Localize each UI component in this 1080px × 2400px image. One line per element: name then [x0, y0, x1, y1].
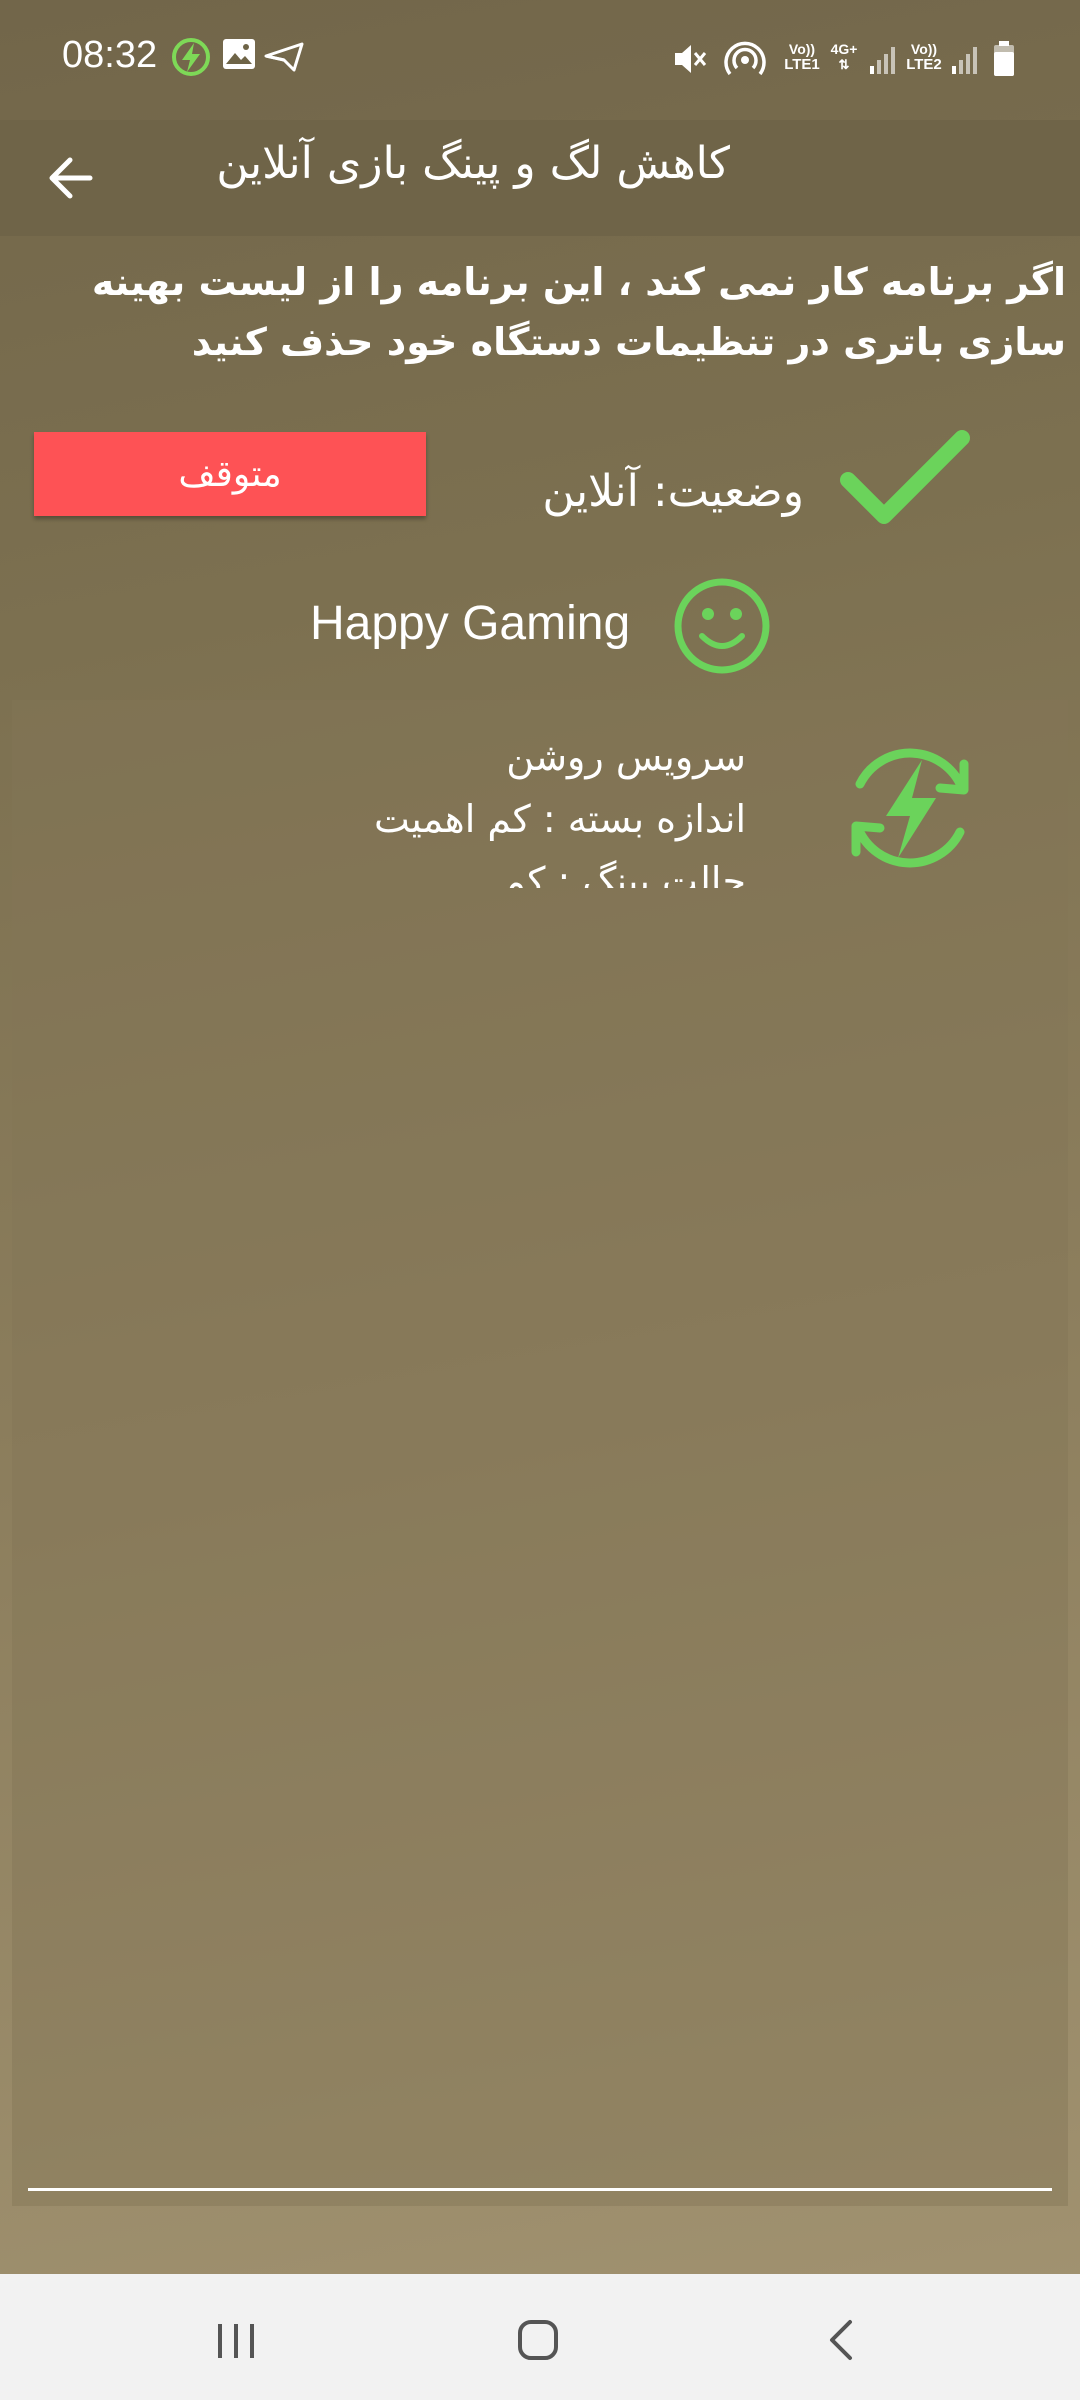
system-nav-bar — [0, 2274, 1080, 2400]
log-panel — [12, 700, 1068, 2206]
battery-icon — [994, 41, 1014, 76]
home-icon[interactable] — [508, 2310, 568, 2370]
telegram-icon — [264, 42, 304, 72]
smiley-icon — [674, 578, 770, 674]
4g-plus-icon: 4G+ ⇅ — [828, 41, 860, 73]
battery-optimization-notice: اگر برنامه کار نمی کند ، این برنامه را ا… — [91, 260, 1066, 364]
checkmark-icon — [840, 430, 970, 524]
status-bar: 08:32 Vo)) LTE1 4G+ ⇅ Vo)) LTE2 — [0, 0, 1080, 120]
hotspot-icon — [724, 41, 766, 76]
lte2-label: LTE2 — [906, 56, 942, 73]
connection-status: وضعیت: آنلاین — [542, 466, 804, 517]
lightning-sync-icon — [172, 38, 210, 76]
log-line: اندازه بسته : کم اهمیت — [373, 797, 746, 841]
back-nav-icon[interactable] — [812, 2310, 872, 2370]
status-time: 08:32 — [62, 34, 158, 76]
net-label: 4G+ — [830, 41, 858, 57]
log-line: حالت پینگ : کم — [502, 859, 746, 888]
volte-label: Vo)) — [788, 41, 816, 57]
signal1-icon — [870, 47, 895, 74]
volte-label-2: Vo)) — [910, 41, 938, 57]
happy-gaming-text: Happy Gaming — [310, 597, 631, 650]
signal2-icon — [952, 47, 977, 74]
app-bar: کاهش لگ و پینگ بازی آنلاین — [0, 120, 1080, 236]
recent-apps-icon[interactable] — [206, 2310, 266, 2370]
image-icon — [223, 39, 255, 69]
page-title: کاهش لگ و پینگ بازی آنلاین — [216, 138, 730, 189]
stop-button[interactable]: متوقف — [34, 432, 426, 516]
lightning-sync-icon — [851, 748, 969, 868]
volte-lte2-icon: Vo)) LTE2 — [904, 41, 944, 73]
lte1-label: LTE1 — [784, 56, 820, 73]
divider — [28, 2188, 1052, 2191]
volte-lte1-icon: Vo)) LTE1 — [782, 41, 822, 73]
log-line: سرویس روشن — [506, 735, 746, 779]
mute-icon — [675, 45, 707, 73]
arrow-back-icon[interactable] — [40, 144, 108, 212]
service-log: سرویس روشن اندازه بسته : کم اهمیت حالت پ… — [146, 726, 746, 888]
